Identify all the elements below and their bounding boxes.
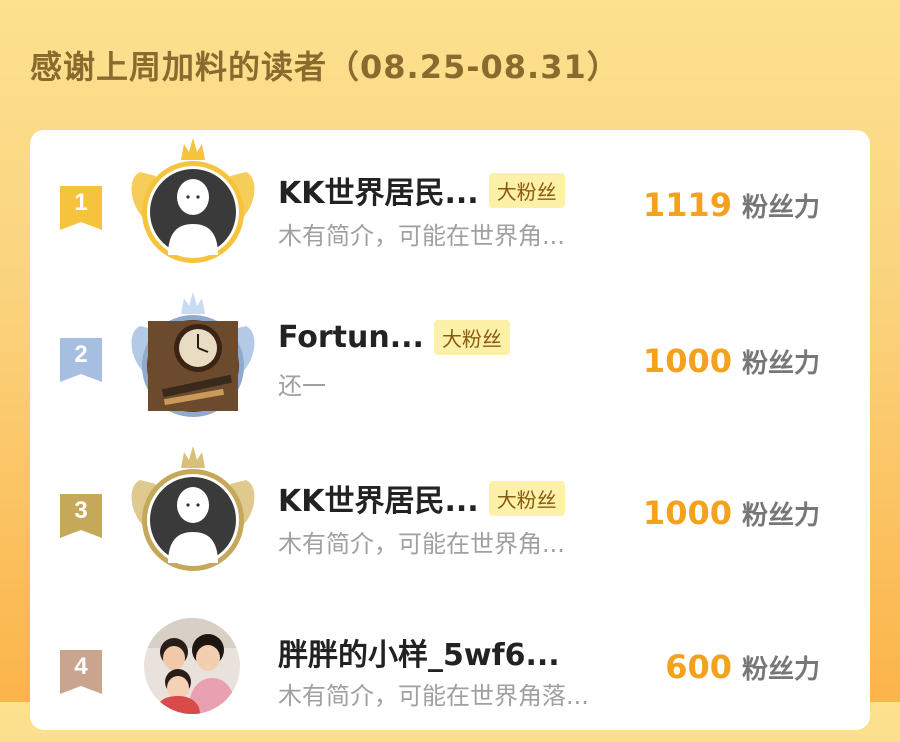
avatar[interactable]: [144, 618, 240, 714]
page-title: 感谢上周加料的读者（08.25-08.31）: [30, 48, 620, 86]
avatar[interactable]: [118, 286, 268, 426]
silver-crown-icon: [181, 292, 205, 314]
list-item[interactable]: 3 KK世界居民... 大粉丝 木有简介，可能在世界角... 1000 粉丝力: [30, 438, 870, 588]
fan-power-score: 600 粉丝力: [665, 648, 820, 686]
score-value: 1000: [642, 342, 732, 380]
reader-name[interactable]: Fortun...: [278, 320, 424, 355]
reader-name[interactable]: 胖胖的小样_5wf6...: [278, 630, 560, 674]
reader-ranking-list: 1 KK世界居民... 大粉丝 木有简介，可能在世界角... 1119 粉丝力 …: [30, 130, 870, 730]
reader-bio: 木有简介，可能在世界角...: [278, 530, 565, 558]
score-unit: 粉丝力: [741, 501, 820, 531]
reader-bio: 木有简介，可能在世界角落...: [278, 682, 589, 710]
family-photo-icon: [144, 618, 240, 714]
rank-number: 4: [74, 653, 88, 680]
rank-number: 2: [74, 341, 88, 368]
list-item[interactable]: 1 KK世界居民... 大粉丝 木有简介，可能在世界角... 1119 粉丝力: [30, 130, 870, 280]
clock-photo-icon: [148, 321, 238, 411]
fan-level-badge: 大粉丝: [488, 172, 565, 208]
fan-level-badge: 大粉丝: [488, 480, 565, 516]
gold-crown-icon: [181, 138, 205, 160]
rank-badge: 1: [60, 186, 102, 230]
rank-number: 3: [74, 497, 88, 524]
rank-badge: 2: [60, 338, 102, 382]
fan-power-score: 1000 粉丝力: [643, 342, 820, 380]
rank-badge: 3: [60, 494, 102, 538]
fan-power-score: 1119 粉丝力: [643, 186, 820, 224]
rank-badge: 4: [60, 650, 102, 694]
avatar[interactable]: [118, 440, 268, 580]
reader-bio: 木有简介，可能在世界角...: [278, 222, 565, 250]
reader-name[interactable]: KK世界居民...: [278, 476, 479, 520]
fan-level-badge: 大粉丝: [433, 320, 510, 355]
list-item[interactable]: 2 Fortun... 大粉丝 还一 1000 粉丝力: [30, 284, 870, 434]
fan-power-score: 1000 粉丝力: [643, 494, 820, 532]
avatar[interactable]: [118, 132, 268, 272]
score-value: 1000: [642, 494, 732, 532]
reader-name[interactable]: KK世界居民...: [278, 168, 479, 212]
score-unit: 粉丝力: [741, 349, 820, 379]
score-unit: 粉丝力: [741, 655, 820, 685]
score-value: 1119: [642, 186, 732, 224]
list-item[interactable]: 4 胖胖的小样_5wf6... 木有简介，可能在世界角落... 600 粉丝力: [30, 592, 870, 742]
score-value: 600: [665, 648, 732, 686]
score-unit: 粉丝力: [741, 193, 820, 223]
reader-bio: 还一: [278, 372, 326, 400]
bronze-crown-icon: [181, 446, 205, 468]
rank-number: 1: [74, 189, 88, 216]
